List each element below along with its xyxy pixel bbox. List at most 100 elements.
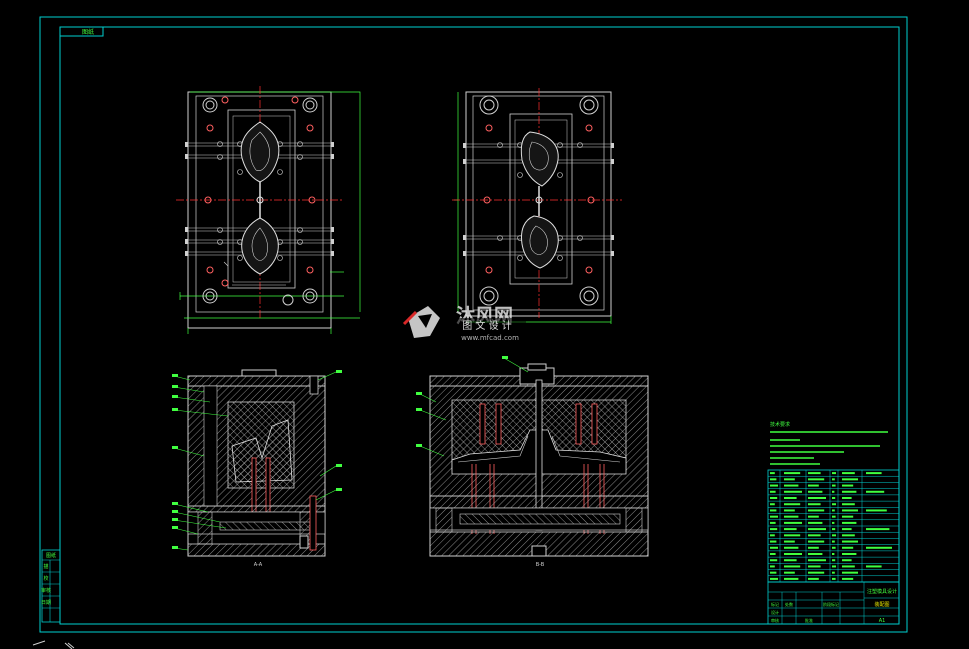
bom-cell-text xyxy=(842,540,858,543)
bom-cell-text xyxy=(784,478,795,481)
bom-cell-text xyxy=(784,546,799,549)
notes-title: 技术要求 xyxy=(770,421,790,428)
bom-cell-text xyxy=(842,515,854,518)
bom-cell-text xyxy=(866,472,882,475)
bom-cell-text xyxy=(784,503,801,506)
bom-cell-text xyxy=(832,571,835,574)
bom-cell-text xyxy=(784,565,801,568)
bom-cell-text xyxy=(808,534,821,537)
bom-cell-text xyxy=(832,565,836,568)
bom-cell-text xyxy=(832,503,836,506)
bom-cell-text xyxy=(808,577,819,580)
bom-cell-text xyxy=(784,534,801,537)
bom-cell-text xyxy=(784,484,799,487)
top-tag: 图纸 xyxy=(82,28,94,36)
bom-cell-text xyxy=(770,521,776,524)
bom-cell-text xyxy=(770,484,778,487)
title-scale: A1 xyxy=(879,618,886,624)
watermark-subtitle: 图 文 设 计 xyxy=(462,319,512,332)
bom-cell-text xyxy=(770,472,775,475)
bom-cell-text xyxy=(808,515,819,518)
bom-cell-text xyxy=(832,528,836,531)
site-watermark: 沐风网 图 文 设 计 www.mfcad.com xyxy=(402,305,526,342)
bom-cell-text xyxy=(808,571,825,574)
bom-cell-text xyxy=(784,577,799,580)
watermark-logo-icon xyxy=(402,306,440,338)
bom-cell-text xyxy=(842,478,858,481)
bill-of-materials xyxy=(767,469,900,583)
bom-cell-text xyxy=(808,478,825,481)
bom-cell-text xyxy=(832,490,835,493)
bom-cell-text xyxy=(770,546,778,549)
bom-cell-text xyxy=(842,571,858,574)
bom-cell-text xyxy=(784,509,795,512)
bom-cell-text xyxy=(866,490,885,493)
bom-cell-text xyxy=(770,577,778,580)
technical-notes: 技术要求 xyxy=(770,421,888,465)
left-revision-table: 图纸 描 校 审核 日期 xyxy=(41,549,61,623)
bom-cell-text xyxy=(770,503,775,506)
bom-cell-text xyxy=(808,484,819,487)
bom-cell-text xyxy=(770,515,778,518)
title-label-11: 审核 xyxy=(771,617,779,623)
bom-cell-text xyxy=(784,528,797,531)
bom-cell-text xyxy=(832,515,836,518)
bom-cell-text xyxy=(784,515,799,518)
view-label-b: B-B xyxy=(536,562,545,568)
watermark-url: www.mfcad.com xyxy=(461,334,519,342)
bom-cell-text xyxy=(842,577,854,580)
bom-cell-text xyxy=(866,528,890,531)
bom-cell-text xyxy=(808,540,825,543)
bom-cell-text xyxy=(832,559,836,562)
left-row-4: 日期 xyxy=(41,600,51,606)
bom-cell-text xyxy=(784,521,802,524)
bom-cell-text xyxy=(808,553,823,555)
bom-cell-text xyxy=(770,540,777,543)
bom-cell-text xyxy=(842,553,857,555)
bom-cell-text xyxy=(770,490,776,493)
bom-cell-text xyxy=(842,484,854,487)
view-label-a: A-A xyxy=(254,562,263,568)
bom-cell-text xyxy=(842,528,852,531)
bom-cell-text xyxy=(784,472,801,475)
bom-cell-text xyxy=(866,509,887,512)
bom-cell-text xyxy=(770,534,775,537)
bom-cell-text xyxy=(842,521,857,524)
bom-cell-text xyxy=(832,478,835,481)
bom-cell-text xyxy=(842,503,855,506)
bom-cell-text xyxy=(866,546,892,549)
plan-view-right xyxy=(452,88,622,324)
bom-cell-text xyxy=(770,497,778,499)
bom-cell-text xyxy=(770,571,777,574)
bom-cell-text xyxy=(770,509,777,512)
bom-cell-text xyxy=(832,577,836,580)
bom-cell-text xyxy=(832,546,836,549)
bom-cell-text xyxy=(784,571,795,574)
ucs-icon xyxy=(32,640,75,649)
title-label-0: 标记 xyxy=(771,601,779,607)
bom-cell-text xyxy=(832,484,836,487)
bom-cell-text xyxy=(842,546,854,549)
bom-cell-text xyxy=(842,497,852,499)
bom-cell-text xyxy=(808,503,821,506)
bom-cell-text xyxy=(842,509,858,512)
title-label-1: 处数 xyxy=(785,601,793,607)
bom-cell-text xyxy=(832,540,835,543)
bom-cell-text xyxy=(832,472,836,475)
title-product: 注塑模具设计 xyxy=(867,588,897,595)
bom-cell-text xyxy=(770,528,778,531)
bom-cell-text xyxy=(832,534,836,537)
bom-cell-text xyxy=(770,553,776,555)
bom-cell-text xyxy=(784,540,795,543)
title-block: 注塑模具设计 装配图 A1 标记 处数 设计 阶段标记 审核 批准 xyxy=(767,581,900,625)
section-view-a: A-A xyxy=(172,369,342,568)
bom-cell-text xyxy=(842,565,855,568)
bom-cell-text xyxy=(832,509,835,512)
bom-cell-text xyxy=(808,472,821,475)
bom-cell-text xyxy=(842,472,855,475)
plan-view-left xyxy=(176,86,361,334)
bom-cell-text xyxy=(808,521,823,524)
bom-cell-text xyxy=(784,497,797,499)
left-row-3: 审核 xyxy=(41,587,51,594)
bom-cell-text xyxy=(770,559,778,562)
